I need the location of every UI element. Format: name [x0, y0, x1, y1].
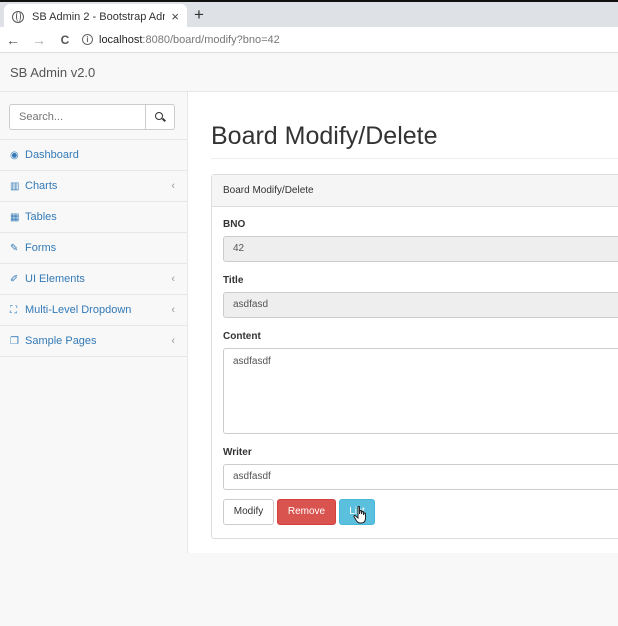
url-host: localhost — [99, 33, 143, 46]
chevron-left-icon: ‹ — [171, 273, 175, 285]
writer-label: Writer — [223, 447, 252, 458]
sidebar-item-forms[interactable]: ✎ Forms — [0, 233, 187, 264]
writer-field[interactable]: asdfasdf — [223, 464, 618, 490]
top-navbar: SB Admin v2.0 — [0, 53, 618, 92]
sidebar-search — [0, 92, 187, 140]
main-content: Board Modify/Delete Board Modify/Delete … — [187, 92, 618, 553]
sidebar-item-tables[interactable]: ▦ Tables — [0, 202, 187, 233]
hand-cursor-icon — [353, 506, 366, 524]
address-bar: ← → C i localhost:8080/board/modify?bno=… — [0, 27, 618, 53]
sidebar-item-label: Charts — [25, 180, 58, 192]
tab-title: SB Admin 2 - Bootstrap Admin — [32, 10, 166, 23]
reload-icon[interactable]: C — [52, 33, 78, 47]
content-textarea[interactable]: asdfasdf — [223, 348, 618, 434]
bar-chart-icon: ▥ — [10, 180, 20, 192]
back-arrow-icon[interactable]: ← — [0, 32, 26, 48]
new-tab-button[interactable]: + — [194, 5, 204, 25]
chevron-left-icon: ‹ — [171, 180, 175, 192]
chevron-left-icon: ‹ — [171, 335, 175, 347]
files-icon: ❐ — [10, 335, 19, 347]
sidebar-item-label: Forms — [25, 242, 57, 254]
tab-close-icon[interactable]: × — [171, 9, 179, 24]
title-label: Title — [223, 275, 244, 286]
url-field[interactable]: localhost:8080/board/modify?bno=42 — [99, 34, 280, 46]
browser-tab-bar: SB Admin 2 - Bootstrap Admin × + — [0, 0, 618, 29]
title-divider — [211, 158, 618, 159]
browser-tab[interactable]: SB Admin 2 - Bootstrap Admin × — [4, 4, 187, 29]
forward-arrow-icon[interactable]: → — [26, 32, 52, 48]
remove-button[interactable]: Remove — [277, 499, 336, 525]
search-button[interactable] — [146, 104, 175, 130]
dashboard-icon: ◉ — [10, 149, 19, 161]
sidebar-item-sample-pages[interactable]: ❐ Sample Pages ‹ — [0, 326, 187, 357]
chevron-left-icon: ‹ — [171, 304, 175, 316]
edit-icon: ✎ — [10, 242, 19, 254]
table-icon: ▦ — [10, 211, 20, 223]
sidebar-item-label: Sample Pages — [25, 335, 97, 347]
page-title: Board Modify/Delete — [211, 122, 438, 150]
sidebar-menu: ◉ Dashboard ▥ Charts ‹ ▦ Tables ✎ Forms ✐ UI Eleme… — [0, 140, 187, 357]
bno-field: 42 — [223, 236, 618, 262]
sidebar-item-dashboard[interactable]: ◉ Dashboard — [0, 140, 187, 171]
globe-icon — [12, 10, 24, 23]
sidebar-item-label: Multi-Level Dropdown — [25, 304, 132, 316]
sidebar-item-label: UI Elements — [25, 273, 85, 285]
wrench-icon: ✐ — [10, 273, 19, 285]
url-path: :8080/board/modify?bno=42 — [142, 33, 280, 46]
bno-label: BNO — [223, 219, 246, 230]
sidebar-item-label: Tables — [25, 211, 57, 223]
content-label: Content — [223, 331, 261, 342]
sidebar-item-multi-level-dropdown[interactable]: ⛶ Multi-Level Dropdown ‹ — [0, 295, 187, 326]
modify-button[interactable]: Modify — [223, 499, 274, 525]
panel-heading: Board Modify/Delete — [212, 175, 618, 207]
board-panel: Board Modify/Delete BNO 42 Title asdfasd… — [211, 174, 618, 539]
info-icon[interactable]: i — [82, 34, 93, 45]
search-icon — [155, 112, 163, 120]
sidebar-item-charts[interactable]: ▥ Charts ‹ — [0, 171, 187, 202]
sidebar-item-label: Dashboard — [25, 149, 79, 161]
sidebar-item-ui-elements[interactable]: ✐ UI Elements ‹ — [0, 264, 187, 295]
sitemap-icon: ⛶ — [10, 304, 17, 316]
search-input[interactable] — [9, 104, 146, 130]
navbar-brand[interactable]: SB Admin v2.0 — [10, 65, 95, 80]
title-field: asdfasd — [223, 292, 618, 318]
sidebar: ◉ Dashboard ▥ Charts ‹ ▦ Tables ✎ Forms ✐ UI Eleme… — [0, 92, 187, 626]
